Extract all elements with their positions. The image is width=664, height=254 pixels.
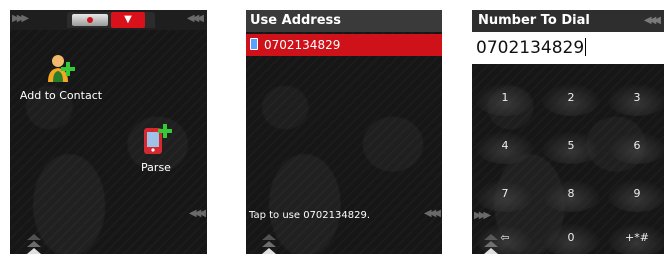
add-contact-icon: [48, 55, 75, 82]
add-to-contact-label: Add to Contact: [19, 89, 103, 102]
number-input[interactable]: 0702134829: [472, 32, 664, 64]
scroll-right-icon[interactable]: ◀◀◀: [187, 13, 204, 24]
panel-arrows-icon[interactable]: ◀◀◀: [424, 208, 441, 219]
scroll-left-icon[interactable]: ▶▶▶: [474, 210, 491, 221]
key-4[interactable]: 4: [476, 132, 534, 164]
phone-icon: [250, 38, 258, 50]
expand-handle-icon[interactable]: [262, 232, 276, 254]
key-0[interactable]: 0: [542, 224, 600, 254]
key-label: 1: [501, 91, 509, 104]
parse-button[interactable]: Parse: [126, 122, 186, 174]
key-label: 4: [501, 139, 509, 152]
address-number: 0702134829: [264, 38, 341, 52]
key-6[interactable]: 6: [608, 132, 664, 164]
page-title: Use Address: [246, 10, 442, 32]
key-label: +*#: [625, 231, 649, 244]
add-to-contact-button[interactable]: Add to Contact: [16, 52, 106, 102]
use-address-screen: Use Address 0702134829 Tap to use 070213…: [246, 10, 442, 254]
key-9[interactable]: 9: [608, 180, 664, 212]
address-list-item[interactable]: 0702134829: [246, 34, 442, 56]
panel-arrows-icon[interactable]: ◀◀◀: [189, 208, 206, 219]
key-label: 0: [567, 231, 575, 244]
key-label: 3: [633, 91, 641, 104]
key-label: 8: [567, 187, 575, 200]
number-value: 0702134829: [476, 38, 585, 58]
key-7[interactable]: 7: [476, 180, 534, 212]
key-8[interactable]: 8: [542, 180, 600, 212]
page-title: Number To Dial ◀◀◀: [472, 10, 664, 32]
action-menu-screen: ▶▶▶ ▼ ◀◀◀ Add to Contact Parse ◀◀◀: [10, 10, 207, 254]
top-tab-bar: ▶▶▶ ▼ ◀◀◀: [10, 10, 207, 30]
tab-menu-active[interactable]: ▼: [111, 12, 145, 28]
key-label: 9: [633, 187, 641, 200]
status-text: Tap to use 0702134829.: [249, 210, 371, 221]
key-5[interactable]: 5: [542, 132, 600, 164]
key-label: 7: [501, 187, 509, 200]
key-symbols[interactable]: +*#: [608, 224, 664, 254]
page-title-text: Number To Dial: [478, 13, 590, 28]
expand-handle-icon[interactable]: [27, 232, 41, 254]
key-label: 2: [567, 91, 575, 104]
key-2[interactable]: 2: [542, 84, 600, 116]
scroll-left-icon[interactable]: ▶▶▶: [12, 13, 29, 24]
record-dot-icon: [87, 17, 93, 23]
text-caret: [585, 38, 587, 56]
key-label: 6: [633, 139, 641, 152]
parse-label: Parse: [141, 161, 171, 174]
triangle-down-icon: ▼: [124, 14, 132, 25]
parse-phone-icon: [144, 124, 172, 154]
tab-record[interactable]: [72, 14, 108, 26]
scroll-right-icon[interactable]: ◀◀◀: [644, 10, 661, 32]
expand-handle-icon[interactable]: [484, 232, 498, 254]
key-3[interactable]: 3: [608, 84, 664, 116]
backspace-icon: ⇦: [500, 231, 510, 244]
key-1[interactable]: 1: [476, 84, 534, 116]
dial-screen: Number To Dial ◀◀◀ 0702134829 1 2 3 4 5 …: [472, 10, 664, 254]
key-label: 5: [567, 139, 575, 152]
